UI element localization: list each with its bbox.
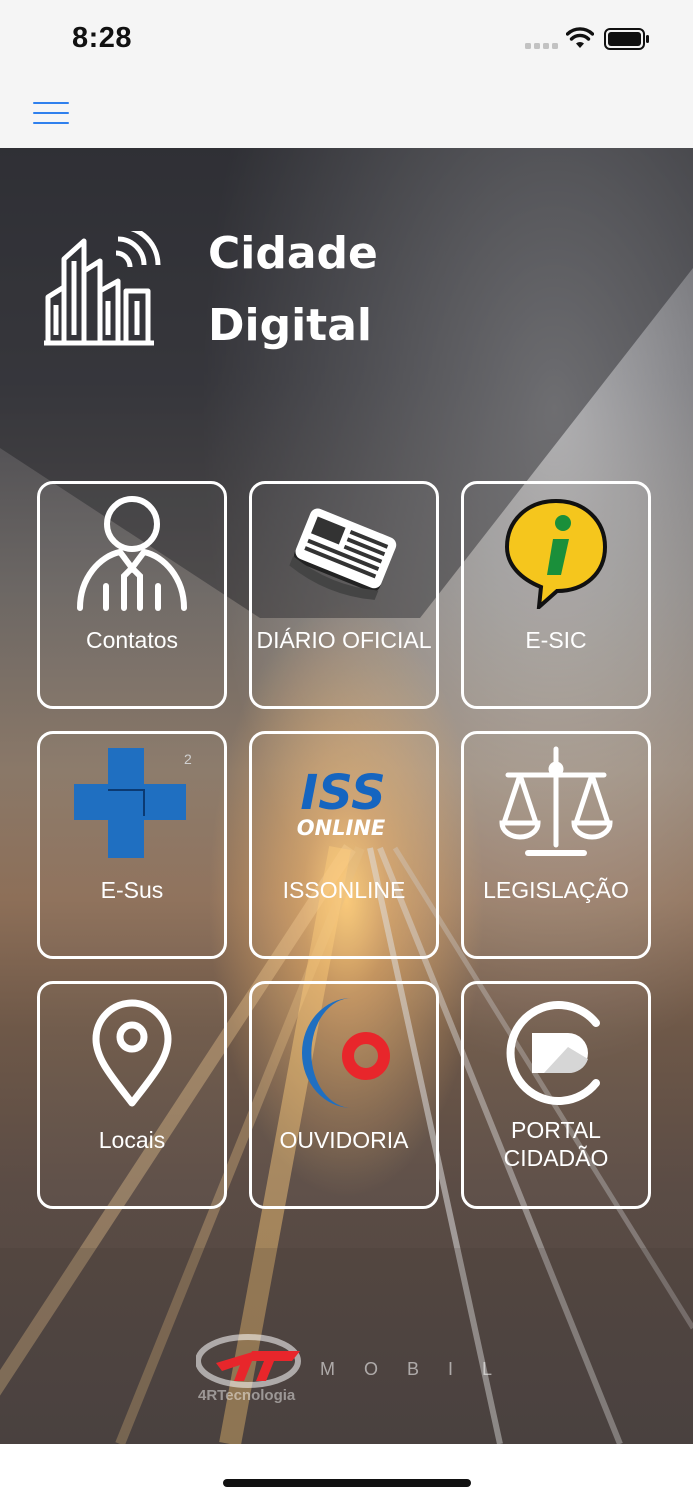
tile-label: E-Sus [100, 877, 164, 903]
battery-icon [604, 28, 649, 50]
tile-portal-cidadao[interactable]: PORTAL CIDADÃO [461, 981, 651, 1209]
person-contact-icon [77, 496, 187, 611]
ouvidoria-logo-icon [301, 998, 390, 1108]
map-pin-icon [92, 999, 172, 1107]
tile-issonline[interactable]: ISS ONLINE ISSONLINE [249, 731, 439, 959]
info-speech-bubble-icon [504, 498, 608, 609]
sus-number: 2 [184, 751, 192, 767]
footer-brand-name: 4RTecnologia [198, 1387, 296, 1404]
status-time: 8:28 [72, 22, 133, 54]
tile-label: OUVIDORIA [279, 1127, 409, 1153]
scales-of-justice-icon [499, 746, 613, 856]
tile-label: PORTAL CIDADÃO [464, 1116, 648, 1172]
tile-label: E-SIC [525, 627, 587, 653]
status-bar: 8:28 [0, 0, 693, 75]
tile-label: Contatos [85, 627, 179, 653]
hamburger-menu-icon[interactable] [33, 102, 69, 124]
tile-label-line1: PORTAL [511, 1117, 601, 1143]
navigation-bar [0, 75, 693, 149]
brand-title-line1: Cidade [208, 228, 378, 279]
tile-e-sic[interactable]: E-SIC [461, 481, 651, 709]
health-cross-icon: 2 [74, 748, 192, 858]
tile-label: Locais [98, 1127, 166, 1153]
portal-cidadao-logo-icon [506, 1001, 600, 1105]
brand-title-line2: Digital [208, 300, 372, 351]
tile-label-line2: CIDADÃO [503, 1145, 609, 1171]
footer-mobile-text: M O B I L E [320, 1359, 506, 1379]
4r-tecnologia-logo: 4RTecnologia M O B I L E [196, 1334, 506, 1404]
tile-label: ISSONLINE [282, 877, 406, 903]
online-text: ONLINE [297, 816, 386, 840]
tile-diario-oficial[interactable]: DIÁRIO OFICIAL [249, 481, 439, 709]
tile-contatos[interactable]: Contatos [37, 481, 227, 709]
tile-e-sus[interactable]: 2 E-Sus [37, 731, 227, 959]
brand-title: Cidade Digital [208, 218, 378, 362]
tile-label: LEGISLAÇÃO [483, 877, 629, 903]
iss-text: ISS [300, 765, 385, 821]
tile-label: DIÁRIO OFICIAL [256, 627, 432, 653]
home-indicator [223, 1479, 471, 1487]
tile-locais[interactable]: Locais [37, 981, 227, 1209]
cellular-signal-icon [525, 43, 558, 49]
smart-city-icon [44, 231, 161, 346]
main-background: Cidade Digital Contatos DIÁRIO OFICIAL E… [0, 148, 693, 1444]
tile-legislacao[interactable]: LEGISLAÇÃO [461, 731, 651, 959]
iss-online-logo-icon: ISS ONLINE [297, 765, 386, 840]
newspaper-icon [289, 508, 397, 600]
wifi-icon [566, 27, 594, 48]
tile-ouvidoria[interactable]: OUVIDORIA [249, 981, 439, 1209]
